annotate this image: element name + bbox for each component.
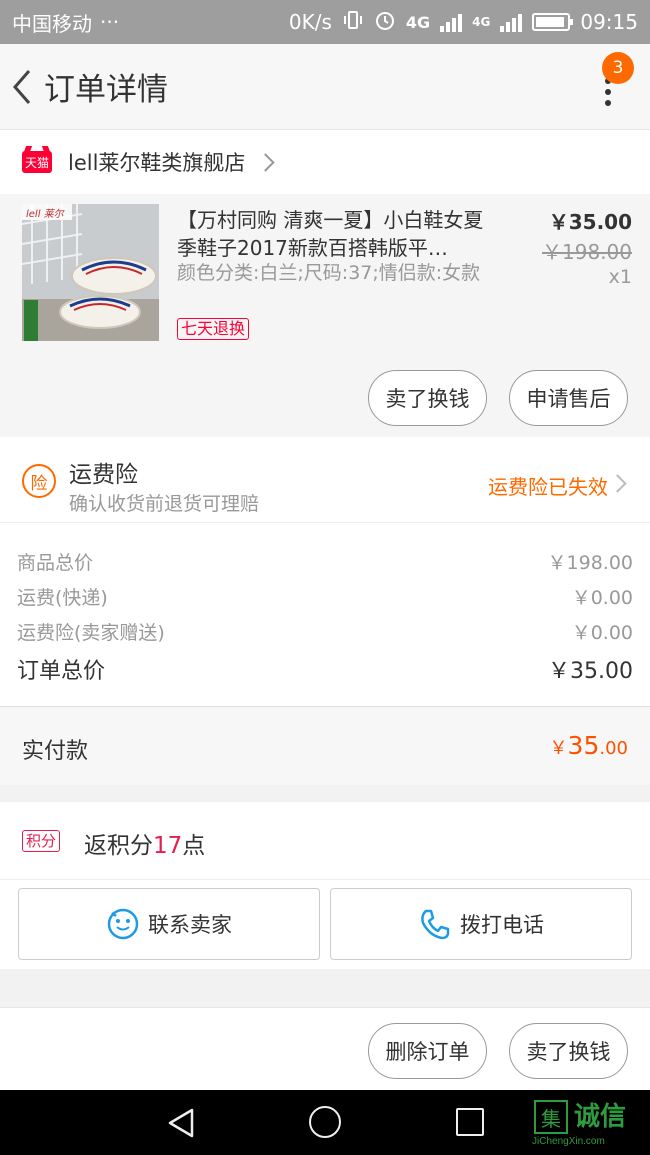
more-notifications-icon: ··· bbox=[100, 10, 120, 34]
bottom-action-bar: 删除订单 卖了换钱 bbox=[0, 1007, 650, 1090]
points-prefix: 返积分 bbox=[84, 833, 153, 859]
price-row: 商品总价 ￥198.00 bbox=[17, 548, 633, 575]
actual-paid-label: 实付款 bbox=[22, 739, 89, 764]
after-sale-button[interactable]: 申请售后 bbox=[509, 370, 628, 426]
points-badge: 积分 bbox=[22, 830, 61, 852]
order-total-label: 订单总价 bbox=[17, 659, 106, 684]
price-row: 运费(快递) ￥0.00 bbox=[17, 583, 633, 610]
price-row-value: ￥198.00 bbox=[547, 552, 633, 574]
actual-paid-amount: ￥35.00 bbox=[550, 731, 628, 760]
points-text: 返积分17点 bbox=[84, 826, 205, 860]
product-original-price: ￥198.00 bbox=[542, 240, 632, 264]
more-dot-icon bbox=[605, 89, 611, 95]
amount-decimal: .00 bbox=[599, 738, 628, 759]
product-price: ￥35.00 bbox=[548, 210, 632, 234]
product-item: lell 莱尔 【万村同购 清爽一夏】小白鞋女夏季鞋子2017新款百搭韩版平… … bbox=[0, 194, 650, 437]
chevron-right-icon bbox=[256, 152, 276, 172]
more-dot-icon bbox=[605, 100, 611, 106]
chevron-left-icon bbox=[13, 69, 31, 104]
back-button[interactable] bbox=[2, 44, 42, 130]
price-row-label: 商品总价 bbox=[17, 552, 94, 574]
call-phone-button[interactable]: 拨打电话 bbox=[330, 888, 632, 960]
tmall-logo-icon: 天猫 bbox=[22, 151, 52, 173]
shop-row[interactable]: 天猫 lell莱尔鞋类旗舰店 bbox=[0, 130, 650, 194]
currency-symbol: ￥ bbox=[549, 738, 568, 759]
network-type-1: 4G bbox=[405, 12, 431, 32]
shop-name: lell莱尔鞋类旗舰店 bbox=[68, 151, 246, 175]
product-spec: 颜色分类:白兰;尺码:37;情侣款:女款 bbox=[177, 262, 481, 284]
page-title: 订单详情 bbox=[44, 72, 168, 108]
price-row-value: ￥0.00 bbox=[571, 587, 633, 609]
insurance-subtitle: 确认收货前退货可理赔 bbox=[69, 493, 260, 515]
sell-for-cash-button[interactable]: 卖了换钱 bbox=[368, 370, 487, 426]
points-suffix: 点 bbox=[182, 833, 206, 859]
watermark-logo-mark: 集 bbox=[534, 1100, 568, 1134]
chevron-right-icon bbox=[608, 474, 627, 493]
price-row-value: ￥0.00 bbox=[571, 622, 633, 644]
status-bar: 中国移动 ··· 0K/s 4G 4G 09:15 bbox=[0, 0, 650, 44]
order-total-row: 订单总价 ￥35.00 bbox=[17, 653, 633, 685]
price-row-label: 运费(快递) bbox=[17, 587, 108, 609]
network-type-2: 4G bbox=[472, 15, 491, 29]
watermark-logo: 集 诚信 bbox=[534, 1100, 626, 1134]
system-recents-icon[interactable] bbox=[456, 1108, 484, 1136]
insurance-title: 运费险 bbox=[69, 462, 138, 488]
sell-for-cash-button[interactable]: 卖了换钱 bbox=[509, 1023, 628, 1079]
order-total-value: ￥35.00 bbox=[548, 659, 633, 684]
alarm-icon bbox=[374, 9, 396, 36]
chat-icon bbox=[107, 908, 139, 940]
contact-actions: 联系卖家 拨打电话 bbox=[0, 880, 650, 969]
call-phone-label: 拨打电话 bbox=[460, 913, 544, 937]
watermark-subtext: JiChengXin.com bbox=[532, 1136, 605, 1147]
product-quantity: x1 bbox=[608, 266, 632, 288]
price-row: 运费险(卖家赠送) ￥0.00 bbox=[17, 618, 633, 645]
nav-bar: 订单详情 3 bbox=[0, 44, 650, 130]
product-image[interactable]: lell 莱尔 bbox=[22, 204, 159, 341]
system-nav-bar: 集 诚信 JiChengXin.com bbox=[0, 1090, 650, 1155]
contact-seller-button[interactable]: 联系卖家 bbox=[18, 888, 320, 960]
vibrate-icon bbox=[342, 9, 364, 36]
notification-badge: 3 bbox=[602, 52, 634, 84]
battery-icon bbox=[532, 13, 574, 31]
network-speed: 0K/s bbox=[288, 10, 332, 34]
price-breakdown: 商品总价 ￥198.00 运费(快递) ￥0.00 运费险(卖家赠送) ￥0.0… bbox=[0, 523, 650, 706]
clock: 09:15 bbox=[580, 10, 638, 34]
carrier-label: 中国移动 bbox=[12, 11, 92, 36]
points-row: 积分 返积分17点 bbox=[0, 802, 650, 880]
price-row-label: 运费险(卖家赠送) bbox=[17, 622, 165, 644]
amount-integer: 35 bbox=[567, 731, 600, 760]
delete-order-button[interactable]: 删除订单 bbox=[368, 1023, 487, 1079]
product-image-brand: lell 莱尔 bbox=[26, 209, 64, 220]
system-home-icon[interactable] bbox=[309, 1106, 341, 1138]
shipping-insurance-row[interactable]: 险 运费险 确认收货前退货可理赔 运费险已失效 bbox=[0, 437, 650, 523]
phone-icon bbox=[421, 909, 450, 940]
signal-icon-2 bbox=[500, 12, 523, 32]
insurance-status: 运费险已失效 bbox=[488, 475, 608, 499]
actual-paid-row: 实付款 ￥35.00 bbox=[0, 706, 650, 785]
product-title[interactable]: 【万村同购 清爽一夏】小白鞋女夏季鞋子2017新款百搭韩版平… bbox=[177, 206, 497, 262]
system-back-icon[interactable] bbox=[166, 1107, 196, 1139]
signal-icon-1 bbox=[440, 12, 463, 32]
insurance-icon: 险 bbox=[22, 464, 56, 498]
watermark-text: 诚信 bbox=[574, 1102, 627, 1132]
return-policy-badge: 七天退换 bbox=[177, 318, 250, 340]
contact-seller-label: 联系卖家 bbox=[148, 913, 232, 937]
points-value: 17 bbox=[153, 833, 183, 859]
